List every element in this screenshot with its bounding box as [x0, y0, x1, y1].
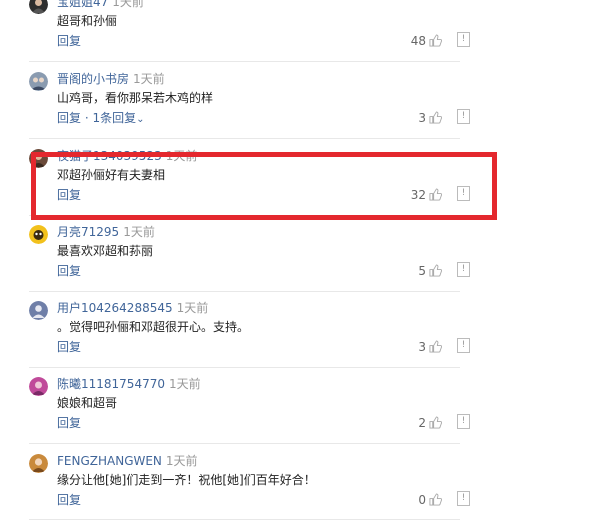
view-replies-button[interactable]: · 1条回复⌄: [85, 111, 145, 125]
comment-meta: FENGZHANGWEN 1天前: [57, 454, 198, 469]
thumbs-up-icon: [429, 111, 442, 124]
reply-button[interactable]: 回复: [57, 340, 81, 354]
avatar[interactable]: [29, 0, 48, 14]
avatar[interactable]: [29, 377, 48, 396]
replies-count: · 1条回复: [84, 111, 137, 125]
avatar-photo-icon: [29, 72, 48, 91]
thumbs-up-icon: [429, 416, 442, 429]
comment-time: 1天前: [123, 225, 155, 239]
thumbs-up-icon: [429, 34, 442, 47]
comment-time: 1天前: [168, 377, 201, 391]
comment-actions: 回复: [57, 34, 81, 49]
comment-text: 。觉得吧孙俪和邓超很开心。支持。: [57, 320, 250, 334]
comment-list: 宝姐姐47 1天前 超哥和孙俪 回复 48 ! 晋阁的小书房 1天前 山鸡哥，看你那…: [0, 0, 598, 525]
comment-time: 1天前: [133, 72, 165, 86]
like-count: 48: [410, 34, 426, 48]
comment-item: 月亮71295 1天前 最喜欢邓超和荪丽 回复 5 !: [0, 225, 470, 301]
divider: [29, 519, 460, 520]
comment-meta: 晋阁的小书房 1天前: [57, 72, 165, 87]
divider: [29, 61, 460, 62]
more-menu-icon[interactable]: !: [457, 338, 470, 353]
like-button[interactable]: 2: [418, 416, 442, 431]
comment-username[interactable]: 用户104264288545: [57, 301, 173, 315]
comment-username[interactable]: 宝姐姐47: [57, 0, 108, 9]
reply-button[interactable]: 回复: [57, 493, 81, 507]
comment-meta: 陈曦11181754770 1天前: [57, 377, 201, 392]
comment-time: 1天前: [112, 0, 144, 9]
divider: [29, 367, 460, 368]
like-button[interactable]: 3: [418, 340, 442, 355]
comment-username[interactable]: 晋阁的小书房: [57, 72, 129, 86]
reply-button[interactable]: 回复: [57, 416, 81, 430]
comment-text: 山鸡哥，看你那呆若木鸡的样: [57, 91, 214, 105]
comment-text: 最喜欢邓超和荪丽: [57, 244, 154, 258]
like-button[interactable]: 48: [411, 34, 442, 49]
chevron-down-icon: ⌄: [136, 114, 145, 125]
more-menu-icon[interactable]: !: [457, 491, 470, 506]
comment-actions: 回复: [57, 493, 81, 508]
avatar-photo-icon: [29, 0, 48, 14]
thumbs-up-icon: [429, 264, 442, 277]
divider: [29, 291, 460, 292]
comment-item: 陈曦11181754770 1天前 娘娘和超哥 回复 2 !: [0, 377, 470, 453]
reply-button[interactable]: 回复: [57, 34, 81, 48]
comment-time: 1天前: [165, 454, 198, 468]
comment-actions: 回复: [57, 264, 81, 279]
thumbs-up-icon: [429, 493, 442, 506]
avatar[interactable]: [29, 454, 48, 473]
like-count: 5: [418, 264, 426, 278]
divider: [29, 138, 460, 139]
reply-button[interactable]: 回复: [57, 264, 81, 278]
comment-item: 用户104264288545 1天前 。觉得吧孙俪和邓超很开心。支持。 回复 3 …: [0, 301, 470, 377]
comment-text: 超哥和孙俪: [57, 14, 118, 28]
comment-actions: 回复: [57, 340, 81, 355]
avatar-photo-icon: [29, 454, 48, 473]
comment-time: 1天前: [176, 301, 209, 315]
like-count: 3: [418, 111, 426, 125]
comment-username[interactable]: 月亮71295: [57, 225, 119, 239]
avatar[interactable]: [29, 225, 48, 244]
avatar-photo-icon: [29, 377, 48, 396]
comment-meta: 用户104264288545 1天前: [57, 301, 208, 316]
avatar[interactable]: [29, 301, 48, 320]
like-button[interactable]: 5: [418, 264, 442, 279]
comment-actions: 回复: [57, 416, 81, 431]
like-count: 0: [418, 493, 426, 507]
comment-actions: 回复 · 1条回复⌄: [57, 111, 145, 127]
like-count: 3: [418, 340, 426, 354]
like-button[interactable]: 3: [418, 111, 442, 126]
thumbs-up-icon: [429, 340, 442, 353]
more-menu-icon[interactable]: !: [457, 262, 470, 277]
more-menu-icon[interactable]: !: [457, 109, 470, 124]
like-count: 2: [418, 416, 426, 430]
comment-text: 娘娘和超哥: [57, 396, 118, 410]
comment-meta: 宝姐姐47 1天前: [57, 0, 144, 10]
comment-meta: 月亮71295 1天前: [57, 225, 155, 240]
highlight-box: [31, 152, 497, 220]
comment-item: 晋阁的小书房 1天前 山鸡哥，看你那呆若木鸡的样 回复 · 1条回复⌄ 3 !: [0, 72, 470, 148]
like-button[interactable]: 0: [418, 493, 442, 508]
divider: [29, 443, 460, 444]
avatar[interactable]: [29, 72, 48, 91]
comment-username[interactable]: FENGZHANGWEN: [57, 454, 162, 468]
more-menu-icon[interactable]: !: [457, 32, 470, 47]
more-menu-icon[interactable]: !: [457, 414, 470, 429]
avatar-cartoon-icon: [29, 225, 48, 244]
default-user-icon: [29, 301, 48, 320]
comment-username[interactable]: 陈曦11181754770: [57, 377, 165, 391]
comment-text: 缘分让他[她]们走到一齐！祝他[她]们百年好合！: [57, 473, 316, 487]
reply-button[interactable]: 回复: [57, 111, 81, 125]
